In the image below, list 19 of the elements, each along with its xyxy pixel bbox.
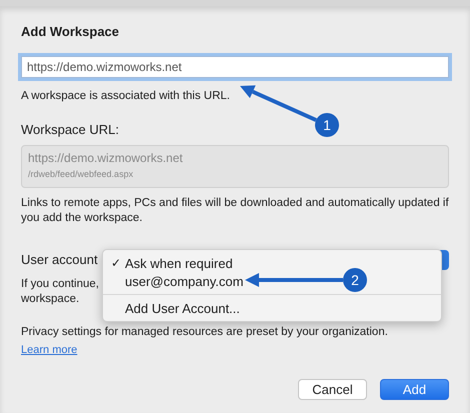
menu-item[interactable]: Add User Account... bbox=[103, 299, 244, 317]
workspace-url-text: /rdweb/feed/webfeed.aspx bbox=[28, 168, 134, 181]
dialog-title: Add Workspace bbox=[21, 24, 120, 41]
learn-more-link[interactable]: Learn more bbox=[21, 344, 78, 356]
callout-number: 1 bbox=[323, 117, 331, 133]
workspace-url-label: Workspace URL: bbox=[21, 122, 120, 138]
add-button[interactable]: Add bbox=[380, 379, 449, 400]
url-hint: A workspace is associated with this URL. bbox=[21, 89, 230, 104]
menu-item[interactable]: user@company.com bbox=[103, 272, 248, 290]
url-field[interactable]: https://demo.wizmoworks.net bbox=[21, 56, 449, 78]
check-mark: ✓ bbox=[111, 256, 122, 270]
menu-item[interactable]: ✓ Ask when required bbox=[103, 254, 237, 272]
privacy-note: Privacy settings for managed resources are preset by your organization. bbox=[21, 325, 388, 340]
user-account-label: User account bbox=[21, 252, 98, 268]
account-note: If you continue, workspace. bbox=[21, 277, 99, 307]
callout-number: 2 bbox=[351, 272, 359, 288]
links-note: Links to remote apps, PCs and files will be downloaded and automatically updated if you add the workspace. bbox=[21, 196, 449, 226]
cancel-button[interactable]: Cancel bbox=[298, 379, 367, 400]
workspace-url-text: https://demo.wizmoworks.net bbox=[28, 152, 184, 165]
